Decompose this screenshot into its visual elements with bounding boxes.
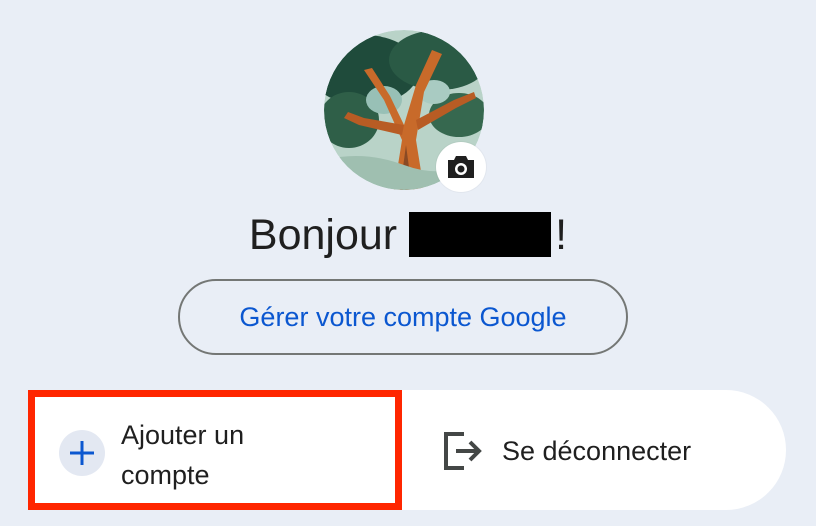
redacted-name: [409, 212, 552, 257]
change-photo-button[interactable]: [436, 142, 486, 192]
sign-out-button[interactable]: Se déconnecter: [402, 390, 786, 510]
logout-icon: [444, 432, 482, 470]
add-account-button[interactable]: Ajouter un compte: [28, 390, 402, 510]
manage-account-button[interactable]: Gérer votre compte Google: [178, 279, 628, 355]
sign-out-label: Se déconnecter: [502, 436, 692, 466]
greeting: Bonjour!: [0, 205, 816, 265]
manage-account-label: Gérer votre compte Google: [239, 301, 567, 332]
greeting-exclamation: !: [555, 211, 568, 259]
profile-avatar[interactable]: [324, 30, 486, 192]
add-account-label: Ajouter un compte: [121, 420, 245, 490]
greeting-text: Bonjour: [248, 211, 398, 259]
plus-icon: [59, 430, 105, 476]
camera-icon: [448, 156, 474, 178]
